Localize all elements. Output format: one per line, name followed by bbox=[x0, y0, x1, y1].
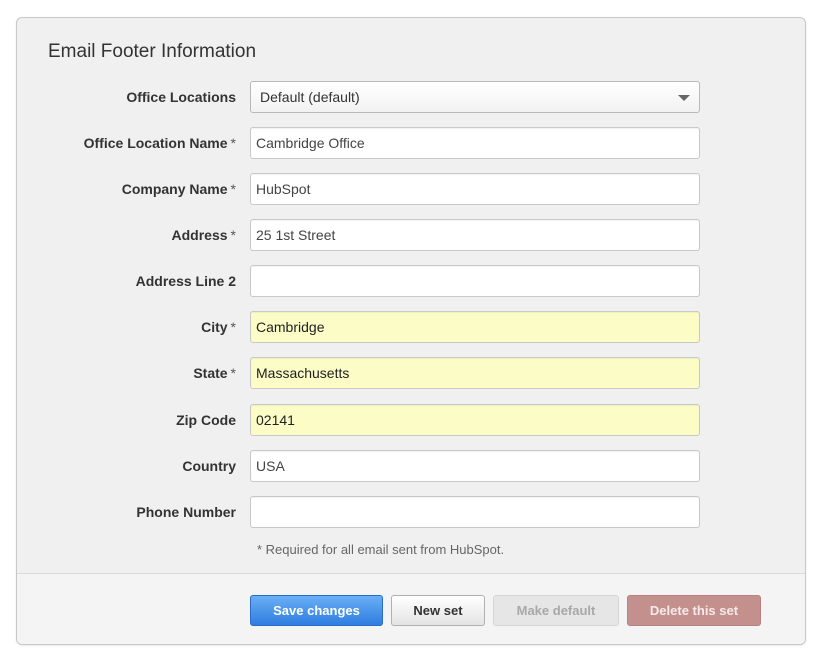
required-marker: * bbox=[230, 365, 236, 381]
office-locations-selected-value: Default (default) bbox=[260, 89, 360, 105]
address-line-2-input[interactable] bbox=[250, 265, 700, 297]
address-line-2-row: Address Line 2 bbox=[17, 265, 805, 297]
company-name-input[interactable] bbox=[250, 173, 700, 205]
country-label: Country bbox=[182, 458, 236, 474]
office-location-name-input[interactable] bbox=[250, 127, 700, 159]
required-marker: * bbox=[230, 181, 236, 197]
company-name-row: Company Name * bbox=[17, 173, 805, 205]
address-row: Address * bbox=[17, 219, 805, 251]
required-marker: * bbox=[230, 135, 236, 151]
address-line-2-label: Address Line 2 bbox=[135, 273, 236, 289]
city-input[interactable] bbox=[250, 311, 700, 343]
form-actions-bar: Save changes New set Make default Delete… bbox=[17, 573, 805, 644]
office-locations-row: Office Locations Default (default) bbox=[17, 81, 805, 113]
phone-number-label: Phone Number bbox=[136, 504, 236, 520]
office-locations-select[interactable]: Default (default) bbox=[250, 81, 700, 113]
new-set-button[interactable]: New set bbox=[391, 595, 485, 626]
panel-title: Email Footer Information bbox=[48, 41, 257, 62]
state-input[interactable] bbox=[250, 357, 700, 389]
office-locations-label: Office Locations bbox=[126, 89, 236, 105]
address-input[interactable] bbox=[250, 219, 700, 251]
office-location-name-row: Office Location Name * bbox=[17, 127, 805, 159]
zip-code-input[interactable] bbox=[250, 404, 700, 436]
email-footer-panel: Email Footer Information Office Location… bbox=[16, 17, 806, 645]
make-default-button[interactable]: Make default bbox=[493, 595, 619, 626]
city-label: City * bbox=[201, 319, 236, 335]
chevron-down-icon bbox=[678, 95, 690, 101]
required-note: * Required for all email sent from HubSp… bbox=[257, 542, 505, 557]
save-changes-button[interactable]: Save changes bbox=[250, 595, 383, 626]
office-location-name-label: Office Location Name * bbox=[83, 135, 236, 151]
zip-code-label: Zip Code bbox=[176, 412, 236, 428]
required-marker: * bbox=[230, 319, 236, 335]
delete-set-button[interactable]: Delete this set bbox=[627, 595, 761, 626]
country-input[interactable] bbox=[250, 450, 700, 482]
address-label: Address * bbox=[171, 227, 236, 243]
required-marker: * bbox=[230, 227, 236, 243]
state-row: State * bbox=[17, 357, 805, 389]
country-row: Country bbox=[17, 450, 805, 482]
state-label: State * bbox=[193, 365, 236, 381]
city-row: City * bbox=[17, 311, 805, 343]
phone-number-input[interactable] bbox=[250, 496, 700, 528]
company-name-label: Company Name * bbox=[121, 181, 236, 197]
zip-code-row: Zip Code bbox=[17, 404, 805, 436]
phone-number-row: Phone Number bbox=[17, 496, 805, 528]
